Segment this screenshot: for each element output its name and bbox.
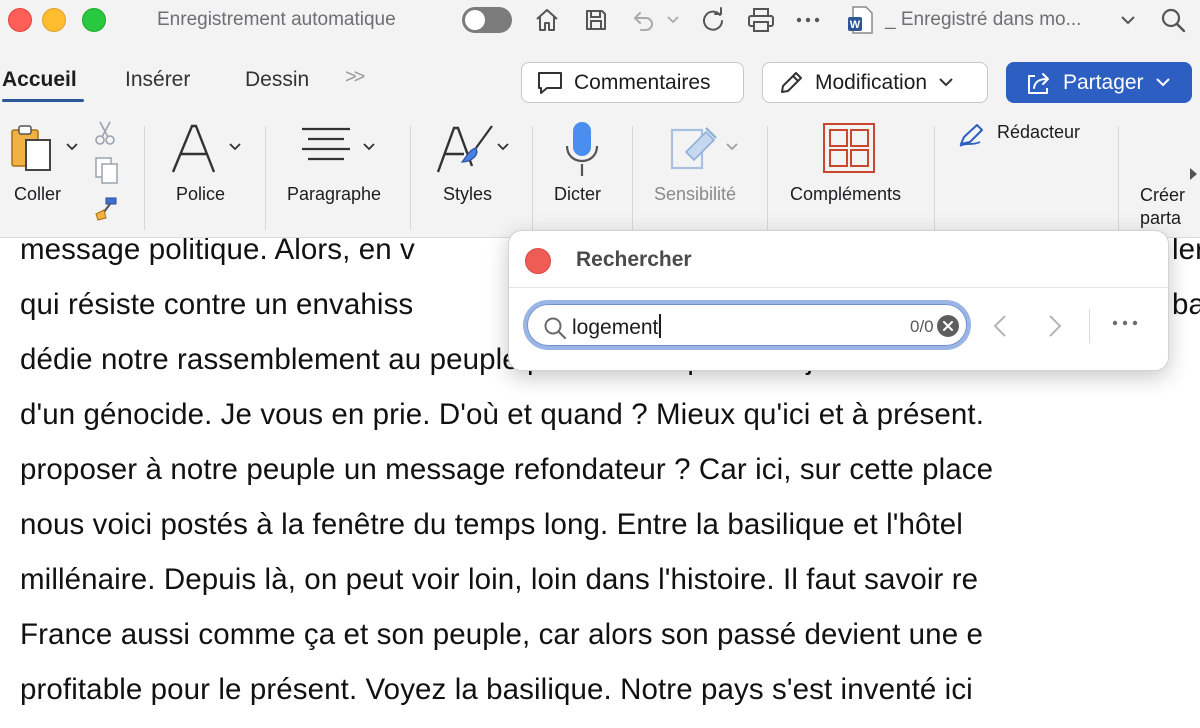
tab-dessin[interactable]: Dessin [245,68,309,92]
home-icon[interactable] [531,4,563,36]
document-line: France aussi comme ça et son peuple, car… [20,618,983,651]
find-separator [1089,309,1090,343]
copy-icon[interactable] [94,156,120,191]
modification-button[interactable]: Modification [762,62,988,103]
cut-icon[interactable] [94,120,116,151]
chevron-down-icon [1155,78,1170,87]
next-result-icon[interactable] [1040,311,1070,341]
chevron-down-icon [939,78,953,87]
format-painter-icon[interactable] [92,194,120,227]
find-divider [509,287,1168,288]
find-result-count: 0/0 [910,317,934,336]
comment-icon [538,71,562,94]
paste-icon[interactable] [8,122,64,183]
share-button[interactable]: Partager [1006,62,1192,103]
sensitivity-icon [668,122,720,179]
paste-label[interactable]: Coller [14,184,61,205]
find-more-options-icon[interactable] [1111,307,1139,333]
document-line: millénaire. Depuis là, on peut voir loin… [20,563,979,596]
document-title[interactable]: _ Enregistré dans mo... [885,9,1081,31]
create-share-line-2: parta [1140,208,1182,228]
document-line: proposer à notre peuple un message refon… [20,453,994,486]
create-share-line-1: Créer [1140,185,1186,205]
tab-accueil[interactable]: Accueil [2,68,77,92]
editor-label[interactable]: Rédacteur [997,122,1080,143]
chevron-down-icon[interactable] [497,143,509,151]
find-search-input[interactable]: logement 0/0 [523,300,971,350]
word-doc-icon: W [844,4,876,36]
styles-icon[interactable] [436,122,494,183]
more-icon[interactable] [792,4,824,36]
document-line: qui résiste contre un envahiss [20,288,414,321]
editor-pen-icon[interactable] [958,122,988,153]
undo-icon[interactable] [628,4,660,36]
create-share-label[interactable]: Créer parta [1140,184,1185,230]
search-icon[interactable] [1157,4,1189,36]
share-label: Partager [1063,70,1144,94]
comments-button[interactable]: Commentaires [521,62,744,103]
sensitivity-label: Sensibilité [654,184,737,204]
comments-label: Commentaires [574,70,711,94]
document-line: profitable pour le présent. Voyez la bas… [20,673,973,706]
document-line: d'un génocide. Je vous en prie. D'où et … [20,398,984,431]
find-close-button[interactable] [525,248,551,274]
window-close-button[interactable] [8,8,32,32]
search-icon [544,317,567,340]
autosave-toggle[interactable] [462,7,512,33]
chevron-down-icon[interactable] [66,143,78,151]
svg-text:W: W [850,19,861,31]
chevron-down-icon [726,143,738,151]
window-zoom-button[interactable] [82,8,106,32]
styles-label[interactable]: Styles [443,184,492,205]
modification-label: Modification [815,70,928,94]
title-bar: Enregistrement automatique W _ Enregistr… [0,0,1200,40]
ribbon-home: Coller Police Paragraphe Styles Dicter S… [0,110,1200,238]
pencil-icon [781,71,802,93]
clear-search-icon[interactable] [937,315,959,337]
find-popover: Rechercher logement 0/0 [508,230,1169,371]
share-icon [1028,72,1049,94]
document-line: nous voici postés à la fenêtre du temps … [20,508,963,541]
chevron-down-icon[interactable] [229,143,241,151]
redo-icon[interactable] [697,4,729,36]
print-icon[interactable] [745,4,777,36]
paragraph-label[interactable]: Paragraphe [287,184,381,205]
window-minimize-button[interactable] [42,8,66,32]
ribbon-tabs: Accueil Insérer Dessin >> Commentaires M… [0,40,1200,110]
find-search-value: logement [572,314,662,340]
save-icon[interactable] [580,4,612,36]
more-tabs-icon[interactable]: >> [345,66,365,89]
autosave-label: Enregistrement automatique [157,9,396,30]
microphone-icon[interactable] [563,120,601,185]
font-label[interactable]: Police [176,184,225,205]
previous-result-icon[interactable] [985,311,1015,341]
ribbon-scroll-right-icon[interactable] [1190,168,1197,180]
font-icon[interactable] [170,124,216,179]
document-line: message politique. Alors, en v [20,238,415,266]
chevron-down-icon[interactable] [1115,4,1141,36]
paragraph-icon[interactable] [298,126,354,171]
document-line-fragment: ban [1172,288,1200,321]
tab-inserer[interactable]: Insérer [125,68,190,92]
add-ins-label[interactable]: Compléments [790,184,901,205]
undo-dropdown-chevron-icon[interactable] [662,4,684,36]
chevron-down-icon[interactable] [363,143,375,151]
find-title: Rechercher [576,248,692,271]
document-line-fragment: ler [1172,238,1200,266]
dictate-label[interactable]: Dicter [554,184,601,205]
add-ins-icon[interactable] [822,122,876,179]
active-tab-indicator [2,99,84,102]
